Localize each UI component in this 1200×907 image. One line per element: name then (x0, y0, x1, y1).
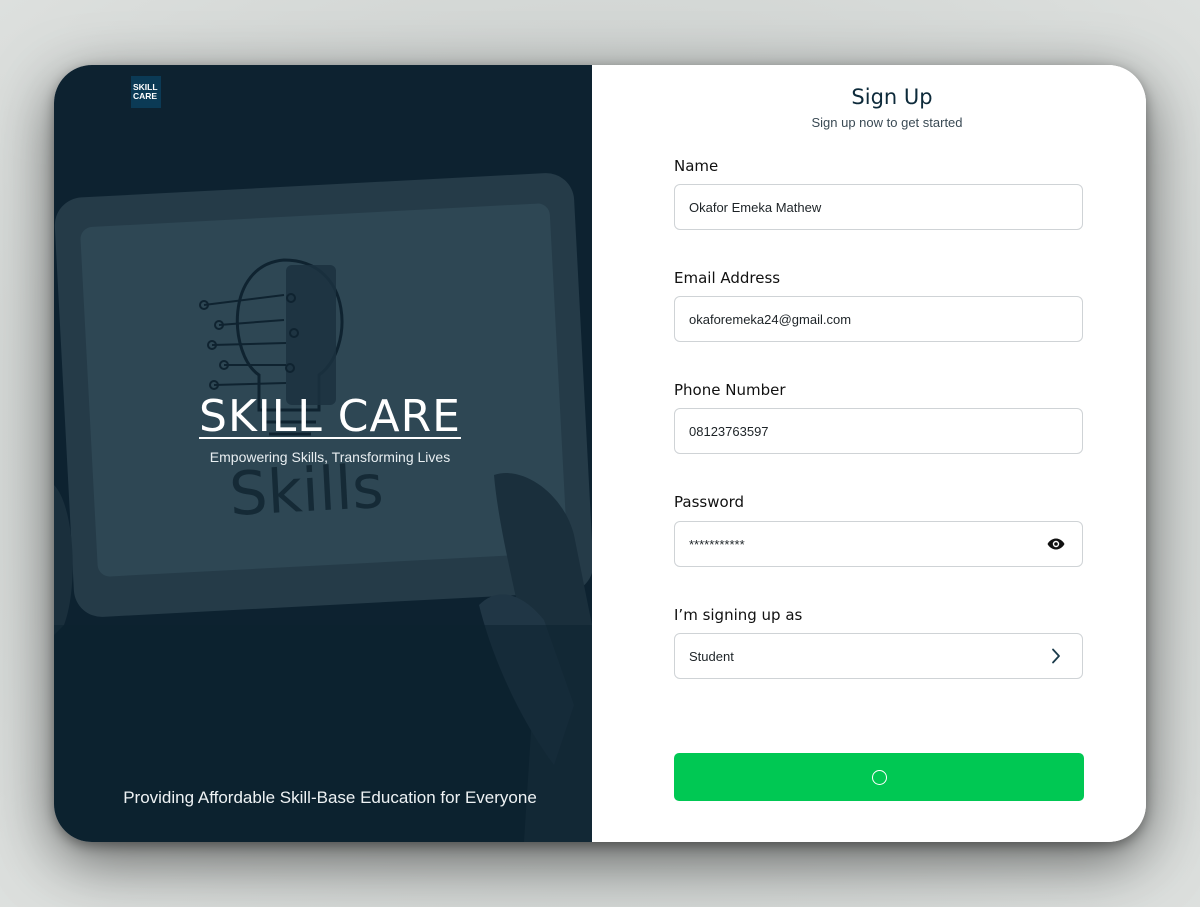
skillcare-logo: SKILL CARE (131, 76, 161, 108)
role-select[interactable]: Student (674, 633, 1083, 679)
password-input[interactable]: *********** (674, 521, 1083, 567)
loading-spinner-icon (871, 769, 887, 785)
brand-tagline: Empowering Skills, Transforming Lives (209, 449, 451, 465)
brand-title-text: SKILL CARE (199, 391, 461, 442)
signup-form-panel: Sign Up Sign up now to get started Name … (592, 65, 1146, 842)
chevron-right-icon (1046, 646, 1066, 666)
phone-input[interactable]: 08123763597 (674, 408, 1083, 454)
email-input[interactable]: okaforemeka24@gmail.com (674, 296, 1083, 342)
form-title: Sign Up (851, 85, 933, 109)
eye-icon[interactable] (1046, 534, 1066, 554)
role-label: I’m signing up as (674, 606, 803, 624)
role-select-value: Student (689, 648, 734, 664)
name-label: Name (674, 157, 719, 175)
hero-footer-text: Providing Affordable Skill-Base Educatio… (123, 788, 537, 807)
page-background: Skills SKILL CARE SKILL CARE Empowering … (0, 0, 1200, 907)
password-input-value: *********** (689, 536, 745, 552)
name-input-value: Okafor Emeka Mathew (689, 199, 822, 215)
form-subtitle: Sign up now to get started (811, 115, 963, 130)
logo-line-2: CARE (133, 91, 158, 101)
device-frame: Skills SKILL CARE SKILL CARE Empowering … (54, 65, 1146, 842)
signup-submit-button[interactable] (674, 753, 1084, 801)
name-input[interactable]: Okafor Emeka Mathew (674, 184, 1083, 230)
email-input-value: okaforemeka24@gmail.com (689, 311, 852, 327)
password-label: Password (674, 493, 745, 511)
email-label: Email Address (674, 269, 781, 287)
phone-label: Phone Number (674, 381, 786, 399)
brand-title: SKILL CARE (54, 391, 592, 443)
hero-panel: Skills SKILL CARE SKILL CARE Empowering … (54, 65, 592, 842)
phone-input-value: 08123763597 (689, 423, 769, 439)
